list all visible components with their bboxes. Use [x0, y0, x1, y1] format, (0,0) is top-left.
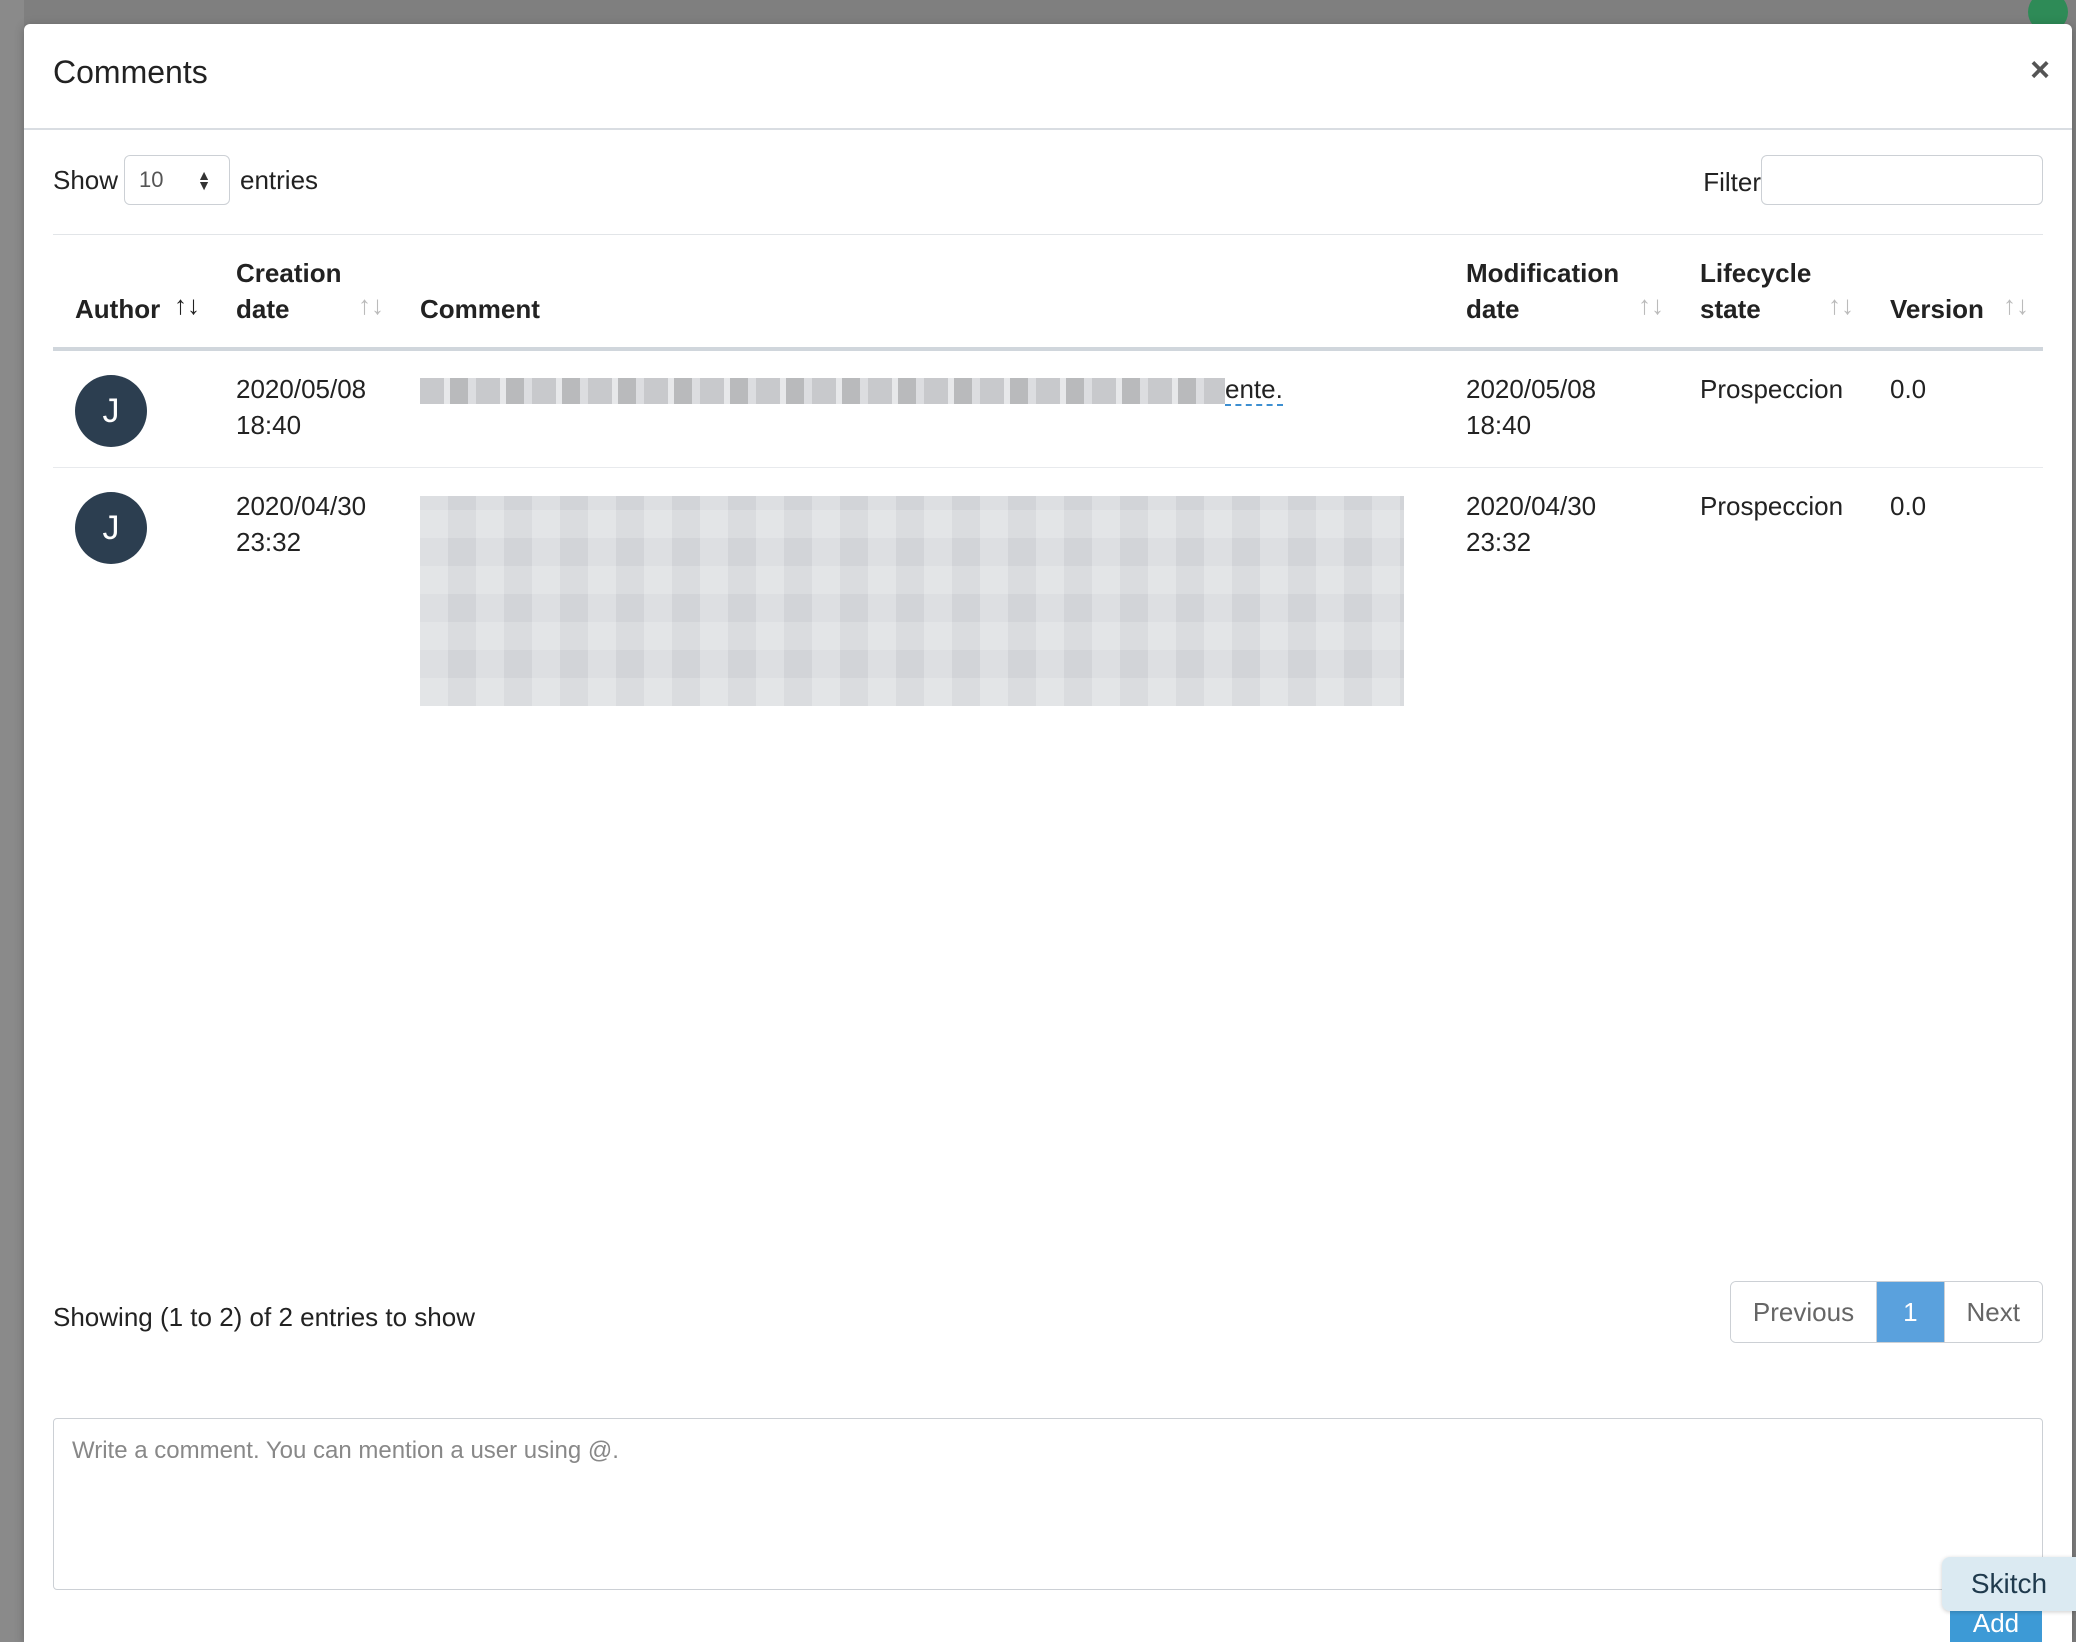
author-cell: J — [53, 349, 214, 468]
table-header-row: Author ↑↓ Creation date ↑↓ Comment Modif… — [53, 235, 2043, 351]
th-lifecycle-state[interactable]: Lifecycle state ↑↓ — [1678, 235, 1868, 351]
comments-table: Author ↑↓ Creation date ↑↓ Comment Modif… — [53, 235, 2043, 726]
comment-input[interactable] — [53, 1418, 2043, 1590]
sort-icon: ↑↓ — [358, 290, 384, 320]
th-modification-label-1: Modification — [1466, 258, 1620, 288]
filter-label: Filter — [1703, 167, 1761, 197]
th-comment-label: Comment — [420, 294, 540, 324]
version-cell: 0.0 — [1890, 491, 1927, 521]
creation-date-cell: 2020/05/08 18:40 — [214, 349, 398, 468]
modal-header: Comments × — [24, 24, 2072, 130]
modification-time: 18:40 — [1466, 410, 1532, 440]
modification-date: 2020/04/30 — [1466, 491, 1597, 521]
th-comment: Comment — [398, 235, 1444, 351]
select-arrows-icon: ▲ ▼ — [197, 167, 211, 193]
redacted-comment-text — [420, 378, 1225, 405]
previous-page-button[interactable]: Previous — [1730, 1282, 1878, 1342]
creation-date: 2020/04/30 — [236, 491, 367, 521]
avatar[interactable]: J — [75, 492, 147, 564]
th-lifecycle-label-1: Lifecycle — [1700, 258, 1812, 288]
sort-icon: ↑↓ — [2003, 290, 2029, 320]
modification-date: 2020/05/08 — [1466, 374, 1597, 404]
filter-input[interactable] — [1761, 155, 2043, 205]
th-modification-label-2: date — [1466, 294, 1520, 324]
modification-date-cell: 2020/05/08 18:40 — [1444, 349, 1678, 468]
table-row: J 2020/04/30 23:32 2020/04/30 23:32 Pros… — [53, 468, 2043, 727]
creation-date: 2020/05/08 — [236, 374, 367, 404]
entries-select[interactable]: 10 ▲ ▼ — [124, 155, 230, 205]
comments-modal: Comments × Show 10 ▲ ▼ entries Filter Aut… — [24, 24, 2072, 1642]
modification-time: 23:32 — [1466, 527, 1532, 557]
pagination: Previous 1 Next — [1729, 1281, 2043, 1343]
th-modification-date[interactable]: Modification date ↑↓ — [1444, 235, 1678, 351]
close-icon[interactable]: × — [2020, 50, 2060, 90]
modal-title: Comments — [53, 54, 208, 90]
version-cell: 0.0 — [1868, 349, 2043, 468]
author-cell: J — [53, 468, 214, 727]
th-creation-label-1: Creation — [236, 258, 342, 288]
table-controls: Show 10 ▲ ▼ entries Filter — [53, 155, 2043, 211]
th-lifecycle-label-2: state — [1700, 294, 1761, 324]
skitch-tooltip[interactable]: Skitch — [1942, 1557, 2076, 1611]
entries-select-value: 10 — [139, 167, 164, 192]
show-label: Show — [53, 165, 119, 195]
comments-table-wrap: Author ↑↓ Creation date ↑↓ Comment Modif… — [53, 234, 2043, 726]
creation-time: 23:32 — [236, 527, 302, 557]
creation-time: 18:40 — [236, 410, 302, 440]
table-row: J 2020/05/08 18:40 ente. 2020/05/08 18:4… — [53, 349, 2043, 468]
backdrop-strip — [0, 0, 24, 1642]
comment-cell — [398, 468, 1444, 727]
creation-date-cell: 2020/04/30 23:32 — [214, 468, 398, 727]
th-version[interactable]: Version ↑↓ — [1868, 235, 2043, 351]
next-page-button[interactable]: Next — [1944, 1282, 2042, 1342]
modification-date-cell: 2020/04/30 23:32 — [1444, 468, 1678, 727]
sort-icon: ↑↓ — [1638, 290, 1664, 320]
lifecycle-state-cell: Prospeccion — [1678, 349, 1868, 468]
entries-label: entries — [240, 165, 319, 195]
th-version-label: Version — [1890, 294, 1984, 324]
sort-icon: ↑↓ — [1828, 290, 1854, 320]
th-author[interactable]: Author ↑↓ — [53, 235, 214, 351]
comment-text-tail: ente. — [1225, 374, 1283, 406]
th-creation-label-2: date — [236, 294, 290, 324]
lifecycle-state-cell: Prospeccion — [1700, 491, 1844, 521]
sort-ascending-icon: ↑↓ — [174, 290, 200, 320]
comment-cell: ente. — [398, 349, 1444, 468]
th-creation-date[interactable]: Creation date ↑↓ — [214, 235, 398, 351]
page-1-button[interactable]: 1 — [1877, 1282, 1945, 1342]
avatar[interactable]: J — [75, 375, 147, 447]
entries-info: Showing (1 to 2) of 2 entries to show — [53, 1302, 476, 1332]
th-author-label: Author — [75, 294, 161, 324]
redacted-comment-text — [420, 496, 1404, 706]
